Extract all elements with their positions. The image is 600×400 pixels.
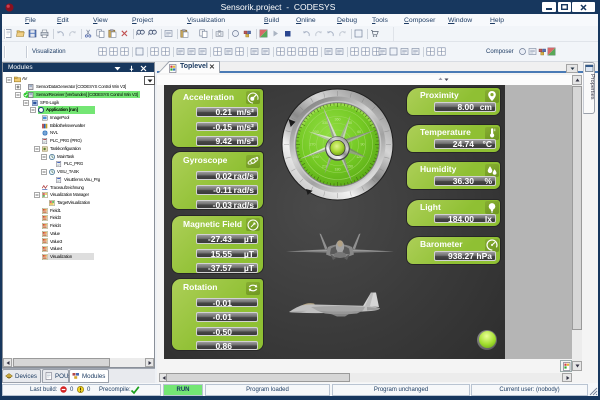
svg-text:150: 150 bbox=[347, 164, 353, 168]
svg-text:270: 270 bbox=[310, 142, 316, 146]
svg-text:330: 330 bbox=[322, 121, 328, 125]
svg-text:360: 360 bbox=[335, 117, 341, 121]
svg-text:240: 240 bbox=[313, 155, 319, 159]
svg-text:90: 90 bbox=[361, 142, 365, 146]
svg-text:60: 60 bbox=[357, 130, 361, 134]
svg-text:180: 180 bbox=[335, 167, 341, 171]
